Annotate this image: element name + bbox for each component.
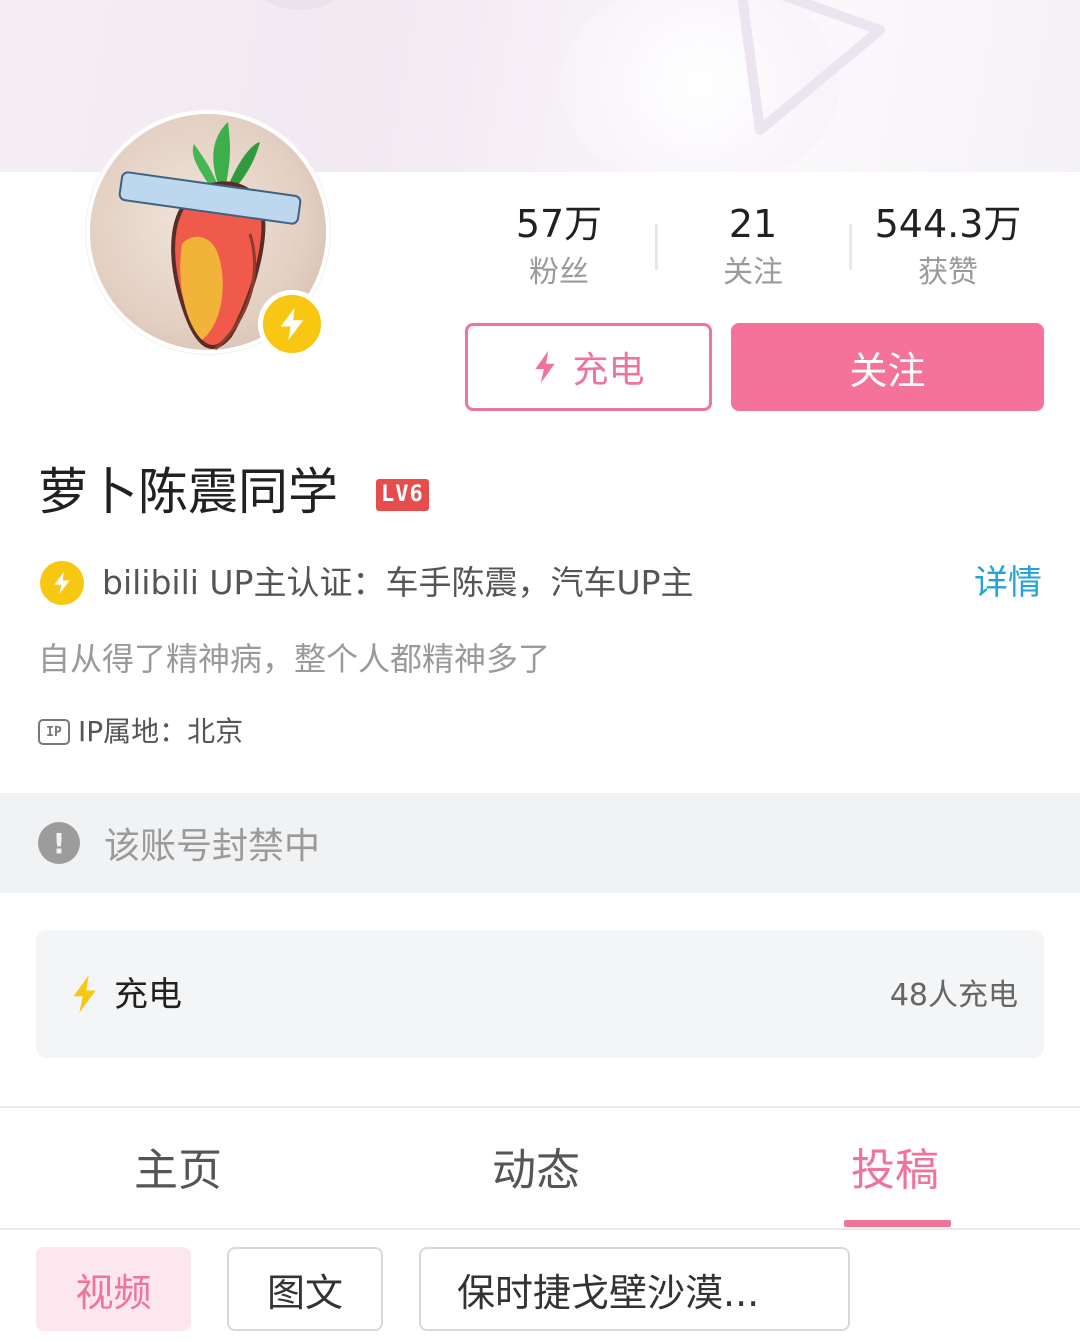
banner-triangle-decoration: [737, 0, 885, 135]
username: 萝卜陈震同学: [38, 463, 338, 521]
charge-card[interactable]: 充电 48人充电: [36, 930, 1044, 1058]
exclamation-icon: !: [38, 822, 80, 864]
ip-location-text: IP属地：北京: [78, 715, 244, 748]
lightning-bolt-icon: [73, 975, 96, 1013]
subtab-label: 保时捷戈壁沙漠...: [457, 1270, 760, 1315]
tab-submissions[interactable]: 投稿: [851, 1142, 939, 1200]
divider: [0, 1106, 1080, 1108]
lightning-bolt-icon: [535, 350, 556, 384]
active-tab-indicator: [844, 1220, 951, 1227]
stat-divider: [655, 224, 658, 270]
subtab-label: 视频: [75, 1270, 152, 1315]
charge-button[interactable]: 充电: [465, 323, 712, 411]
lightning-bolt-icon: [54, 572, 70, 594]
divider: [0, 1228, 1080, 1230]
banner-decoration: [260, 0, 340, 10]
subtab-graphic[interactable]: 图文: [227, 1247, 383, 1331]
lightning-bolt-icon: [280, 307, 304, 341]
charge-card-label: 充电: [114, 975, 182, 1015]
level-badge: LV6: [376, 479, 429, 511]
charge-count: 48人充电: [889, 978, 1018, 1013]
charge-button-label: 充电: [572, 350, 645, 391]
stat-likes[interactable]: 544.3万 获赞: [858, 198, 1038, 296]
stat-following[interactable]: 21 关注: [663, 198, 843, 296]
ip-location: IP IP属地：北京: [38, 712, 243, 752]
banned-notice-text: 该账号封禁中: [104, 826, 321, 867]
stat-label: 获赞: [918, 255, 978, 290]
banned-notice: ! 该账号封禁中: [0, 793, 1080, 893]
certification-icon: [40, 561, 84, 605]
stat-divider: [849, 224, 852, 270]
stat-value: 21: [728, 202, 778, 246]
tab-dynamics[interactable]: 动态: [492, 1142, 580, 1200]
detail-link[interactable]: 详情: [974, 560, 1042, 606]
subtab-label: 图文: [266, 1270, 343, 1315]
stat-fans[interactable]: 57万 粉丝: [469, 198, 649, 296]
certification-text: bilibili UP主认证：车手陈震，汽车UP主: [102, 563, 694, 602]
ip-icon: IP: [38, 719, 70, 745]
subtab-collection[interactable]: 保时捷戈壁沙漠...: [419, 1247, 850, 1331]
subtab-video[interactable]: 视频: [36, 1247, 191, 1331]
stat-label: 关注: [723, 255, 783, 290]
stat-value: 57万: [515, 202, 603, 246]
follow-button[interactable]: 关注: [731, 323, 1044, 411]
follow-button-label: 关注: [849, 348, 926, 393]
up-verified-badge: [258, 290, 326, 358]
user-signature: 自从得了精神病，整个人都精神多了: [38, 640, 551, 678]
stat-value: 544.3万: [874, 202, 1022, 246]
tab-home[interactable]: 主页: [134, 1142, 222, 1200]
stat-label: 粉丝: [529, 255, 589, 290]
